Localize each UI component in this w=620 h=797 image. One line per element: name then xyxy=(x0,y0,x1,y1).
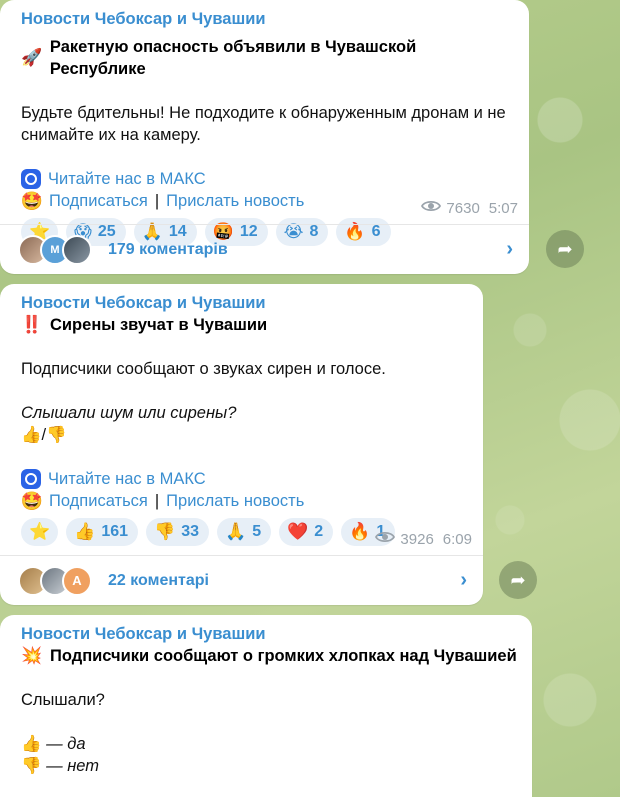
share-button[interactable]: ➦ xyxy=(546,230,584,268)
chevron-right-icon: › xyxy=(506,238,513,260)
channel-name[interactable]: Новости Чебоксар и Чувашии xyxy=(21,623,518,645)
share-icon: ➦ xyxy=(510,569,526,590)
share-button[interactable]: ➦ xyxy=(499,561,537,599)
smiling-face-icon: 🤩 xyxy=(20,191,44,211)
avatar: А xyxy=(62,565,92,596)
comments-count[interactable]: 22 коментарі xyxy=(108,572,209,590)
thumbs-down-icon: 👎 xyxy=(21,757,42,775)
channel-name[interactable]: Новости Чебоксар и Чувашии xyxy=(21,292,469,314)
fire-icon: 🔥 xyxy=(349,522,371,541)
heart-icon: ❤️ xyxy=(287,522,309,541)
post-question: Слышали шум или сирены? xyxy=(21,404,237,422)
rocket-icon: 🚀 xyxy=(21,48,43,67)
reaction-heart[interactable]: ❤️ 2 xyxy=(279,518,334,546)
maks-icon xyxy=(21,169,41,189)
smiling-face-icon: 🤩 xyxy=(20,491,44,511)
reaction-thumbs-down[interactable]: 👎 33 xyxy=(146,518,210,546)
reaction-count: 5 xyxy=(252,523,262,540)
avatar xyxy=(62,234,92,265)
post-title: Сирены звучат в Чувашии xyxy=(50,316,268,334)
reaction-count: 161 xyxy=(101,523,129,540)
reaction-star[interactable]: ⭐ xyxy=(21,518,59,546)
maks-icon xyxy=(21,469,41,489)
channel-name[interactable]: Новости Чебоксар и Чувашии xyxy=(21,8,515,30)
share-icon: ➦ xyxy=(557,238,573,259)
message-time: 5:07 xyxy=(488,199,518,217)
post-body: Будьте бдительны! Не подходите к обнаруж… xyxy=(21,104,506,144)
subscribe-link[interactable]: Подписаться xyxy=(49,190,148,212)
message-time: 6:09 xyxy=(442,530,472,548)
separator: | xyxy=(154,492,160,510)
post-body: Подписчики сообщают о звуках сирен и гол… xyxy=(21,360,386,378)
send-news-link[interactable]: Прислать новость xyxy=(166,190,304,212)
chevron-right-icon: › xyxy=(460,569,467,591)
maks-link[interactable]: Читайте нас в МАКС xyxy=(48,168,206,190)
message-post-2[interactable]: Новости Чебоксар и Чувашии ‼️ Сирены зву… xyxy=(0,284,483,605)
star-icon: ⭐ xyxy=(29,522,51,541)
post-title: Ракетную опасность объявили в Чувашской … xyxy=(49,38,417,78)
separator: | xyxy=(154,192,160,210)
reaction-thumbs-up[interactable]: 👍 161 xyxy=(66,518,139,546)
post-title: Подписчики сообщают о громких хлопках на… xyxy=(50,647,517,665)
eye-icon xyxy=(421,199,442,217)
comments-bar[interactable]: М 179 коментарів › xyxy=(0,224,529,274)
double-exclamation-icon: ‼️ xyxy=(21,315,43,334)
subscribe-link[interactable]: Подписаться xyxy=(49,490,148,512)
send-news-link[interactable]: Прислать новость xyxy=(166,490,304,512)
reaction-pray[interactable]: 🙏 5 xyxy=(217,518,272,546)
reaction-count: 2 xyxy=(314,523,324,540)
option-no: — нет xyxy=(46,757,100,775)
avatar-letter: А xyxy=(72,573,82,588)
collision-icon: 💥 xyxy=(21,646,43,665)
pray-icon: 🙏 xyxy=(225,522,247,541)
maks-link[interactable]: Читайте нас в МАКС xyxy=(48,468,206,490)
message-meta: 3926 6:09 xyxy=(375,530,472,548)
view-count: 7630 xyxy=(446,199,480,217)
message-post-1[interactable]: Новости Чебоксар и Чувашии 🚀 Ракетную оп… xyxy=(0,0,529,274)
view-count: 3926 xyxy=(400,530,434,548)
option-yes: — да xyxy=(46,735,86,753)
message-meta: 7630 5:07 xyxy=(421,199,518,217)
avatar-letter: М xyxy=(50,243,60,256)
comments-count[interactable]: 179 коментарів xyxy=(108,241,228,259)
message-post-3[interactable]: Новости Чебоксар и Чувашии 💥 Подписчики … xyxy=(0,615,532,797)
eye-icon xyxy=(375,530,396,548)
comments-bar[interactable]: А 22 коментарі › xyxy=(0,555,483,605)
thumbs-up-icon: 👍 xyxy=(21,735,42,753)
post-body: Слышали? xyxy=(21,691,105,709)
vote-line: 👍/👎 xyxy=(21,426,67,444)
thumbs-up-icon: 👍 xyxy=(74,522,96,541)
reaction-count: 33 xyxy=(181,523,200,540)
thumbs-down-icon: 👎 xyxy=(154,522,176,541)
